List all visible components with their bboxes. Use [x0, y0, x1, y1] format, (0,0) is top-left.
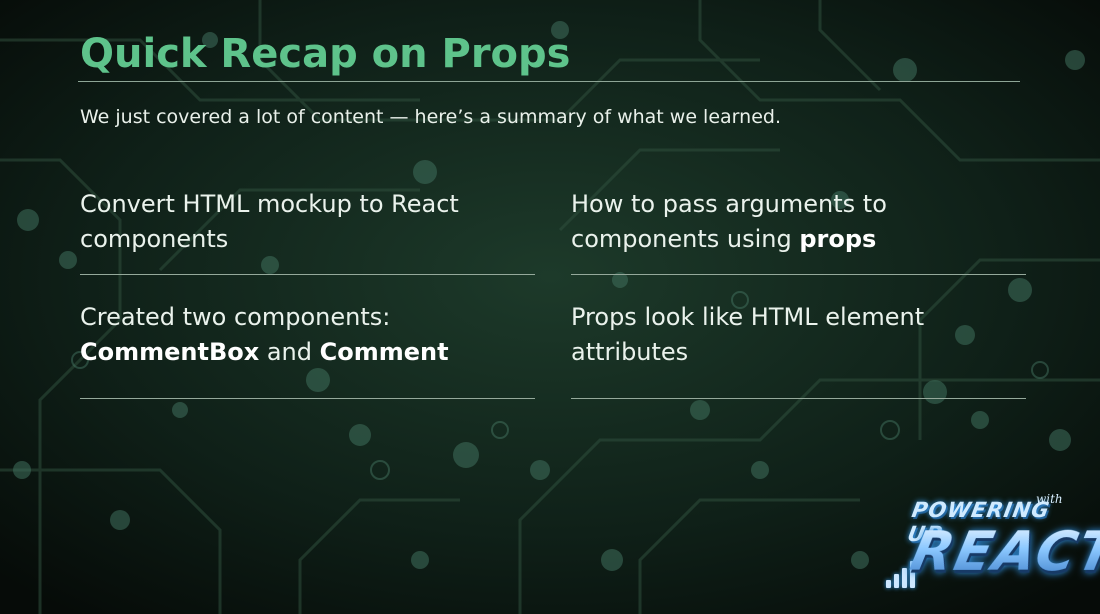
recap-item-connector: and: [259, 338, 320, 366]
recap-item-text: Convert HTML mockup to React components: [80, 187, 535, 257]
recap-item-line: Convert HTML mockup to React: [80, 190, 459, 218]
recap-item-pass-arguments: How to pass arguments to components usin…: [571, 187, 1026, 275]
recap-item-line: How to pass arguments to: [571, 190, 887, 218]
recap-item-keyword: CommentBox: [80, 338, 260, 366]
recap-item-line: Props look like HTML element: [571, 303, 925, 331]
recap-item-divider: [80, 274, 535, 275]
recap-item-divider: [571, 274, 1026, 275]
logo-with: with: [1036, 492, 1063, 506]
title-divider: [78, 81, 1020, 82]
slide-title: Quick Recap on Props: [80, 31, 571, 77]
recap-item-line: components using: [571, 225, 800, 253]
recap-item-text: Created two components: CommentBox and C…: [80, 300, 535, 370]
recap-item-props-attributes: Props look like HTML element attributes: [571, 300, 1026, 399]
recap-item-text: Props look like HTML element attributes: [571, 300, 1026, 370]
recap-item-text: How to pass arguments to components usin…: [571, 187, 1026, 257]
powering-up-with-react-logo: POWERING UP with REACT: [880, 490, 1100, 600]
recap-item-line: Created two components:: [80, 303, 391, 331]
slide-subtitle: We just covered a lot of content — here’…: [80, 106, 781, 128]
recap-item-divider: [80, 398, 535, 399]
recap-item-keyword: Comment: [319, 338, 449, 366]
recap-item-line: attributes: [571, 338, 689, 366]
recap-item-convert-html: Convert HTML mockup to React components: [80, 187, 535, 275]
logo-react: REACT: [905, 520, 1100, 583]
recap-item-two-components: Created two components: CommentBox and C…: [80, 300, 535, 399]
recap-item-divider: [571, 398, 1026, 399]
recap-item-keyword: props: [799, 225, 877, 253]
recap-item-line: components: [80, 225, 229, 253]
